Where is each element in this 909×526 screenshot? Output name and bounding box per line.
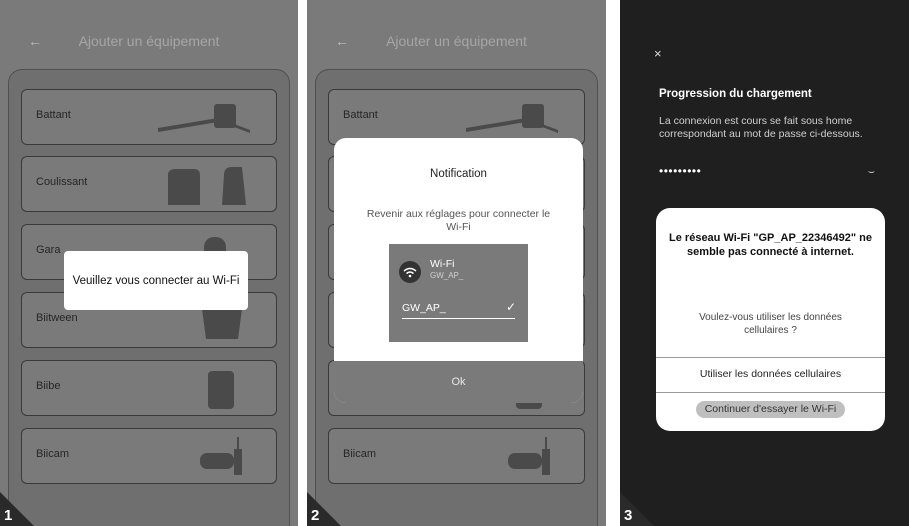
device-label: Biitween <box>36 312 78 324</box>
wifi-toast: Veuillez vous connecter au Wi-Fi <box>64 251 248 310</box>
password-field[interactable]: ••••••••• <box>659 164 701 178</box>
device-card-battant[interactable]: Battant <box>21 89 277 145</box>
device-label: Battant <box>343 109 378 121</box>
sliding-gate-motor-icon <box>168 167 246 205</box>
notification-dialog: Notification Revenir aux réglages pour c… <box>334 138 583 403</box>
device-label: Biibe <box>36 380 61 392</box>
camera-icon <box>508 437 550 475</box>
field-underline <box>402 318 515 319</box>
header: ← Ajouter un équipement <box>307 0 606 70</box>
swing-gate-motor-icon <box>466 104 558 133</box>
camera-icon <box>200 437 242 475</box>
check-icon: ✓ <box>505 300 516 314</box>
swing-gate-motor-icon <box>158 104 250 133</box>
header-title: Ajouter un équipement <box>78 33 220 49</box>
wifi-settings-preview: Wi-Fi GW_AP_ GW_AP_ ✓ <box>389 244 528 342</box>
cellular-data-dialog: Le réseau Wi-Fi "GP_AP_22346492" ne semb… <box>656 208 885 431</box>
use-cellular-button[interactable]: Utiliser les données cellulaires <box>656 358 885 390</box>
screen-2: ← Ajouter un équipement Battant Biicam N… <box>307 0 606 526</box>
dialog-question: Voulez-vous utiliser les données cellula… <box>699 312 842 336</box>
divider <box>656 392 885 393</box>
dialog-title: Le réseau Wi-Fi "GP_AP_22346492" ne semb… <box>669 232 872 258</box>
device-card-battant[interactable]: Battant <box>328 89 585 145</box>
device-label: Biicam <box>343 448 377 460</box>
wifi-network-sub: GW_AP_ <box>430 271 464 280</box>
device-card-biibe[interactable]: Biibe <box>21 360 277 416</box>
device-label: Gara <box>36 244 61 256</box>
header-title: Ajouter un équipement <box>386 33 527 49</box>
dialog-title: Notification <box>430 168 487 180</box>
device-label: Battant <box>36 109 71 121</box>
device-card-coulissant[interactable]: Coulissant <box>21 156 277 212</box>
toast-message: Veuillez vous connecter au Wi-Fi <box>72 274 240 287</box>
ok-button[interactable]: Ok <box>334 361 583 403</box>
header: ← Ajouter un équipement <box>0 0 298 70</box>
dialog-message: Revenir aux réglages pour connecter le W… <box>366 208 551 233</box>
wifi-icon <box>399 261 421 283</box>
wifi-label: Wi-Fi <box>430 258 455 270</box>
step-number: 3 <box>624 507 633 524</box>
network-field: GW_AP_ <box>402 302 446 314</box>
device-card-biicam[interactable]: Biicam <box>21 428 277 484</box>
step-number: 1 <box>4 507 13 524</box>
screen-1: ← Ajouter un équipement Battant Coulissa… <box>0 0 298 526</box>
eye-hidden-icon[interactable]: ⌣ <box>868 166 875 179</box>
device-label: Biicam <box>36 448 70 460</box>
description: La connexion est cours se fait sous home… <box>659 115 863 140</box>
step-number: 2 <box>311 507 320 524</box>
screen-3: × Progression du chargement La connexion… <box>620 0 909 526</box>
biibe-device-icon <box>208 371 234 409</box>
page-title: Progression du chargement <box>659 88 812 100</box>
device-card-biicam[interactable]: Biicam <box>328 428 585 484</box>
device-label: Coulissant <box>36 176 88 188</box>
keep-trying-wifi-button[interactable]: Continuer d'essayer le Wi-Fi <box>696 401 845 418</box>
close-icon[interactable]: × <box>654 46 662 61</box>
